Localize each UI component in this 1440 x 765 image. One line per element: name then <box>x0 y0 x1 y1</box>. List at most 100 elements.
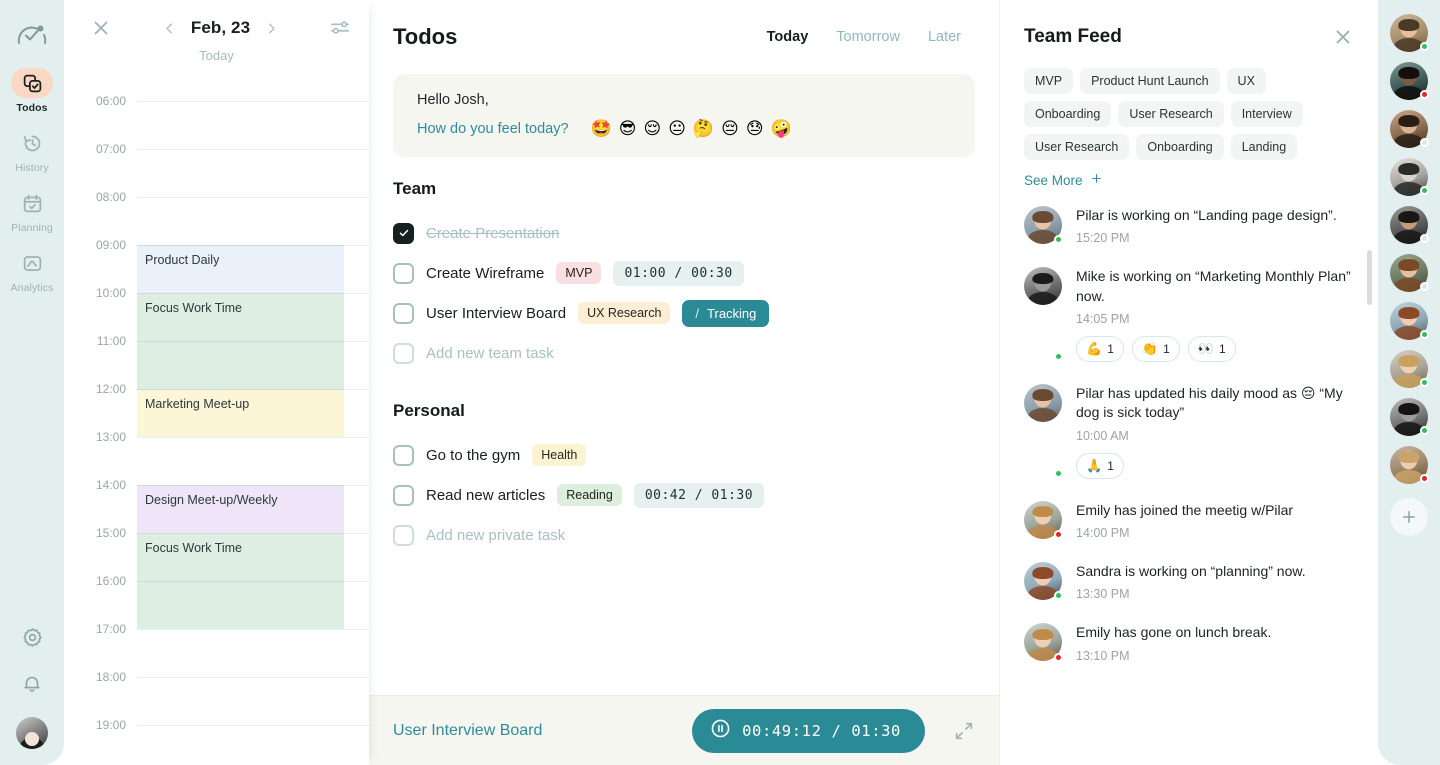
mood-option[interactable]: 😔 <box>721 120 739 137</box>
feed-item[interactable]: Mike is working on “Marketing Monthly Pl… <box>1024 267 1354 362</box>
task-tag[interactable]: UX Research <box>578 302 671 324</box>
avatar[interactable] <box>1024 206 1063 245</box>
avatar[interactable] <box>16 717 48 749</box>
mood-option[interactable]: 😐 <box>668 120 686 137</box>
feed-item[interactable]: Sandra is working on “planning” now. 13:3… <box>1024 561 1354 601</box>
person-avatar[interactable] <box>1390 158 1429 196</box>
feed-item-text: Sandra is working on “planning” now. <box>1076 562 1306 579</box>
task-tag[interactable]: Reading <box>557 484 622 506</box>
mood-option[interactable]: 🤔 <box>693 120 714 137</box>
timer-control[interactable]: 00:49:12 / 01:30 <box>692 708 925 753</box>
task-time[interactable]: 00:42 / 01:30 <box>633 482 765 508</box>
feed-item[interactable]: Pilar is working on “Landing page design… <box>1024 206 1354 245</box>
feed-tag[interactable]: Onboarding <box>1024 101 1112 127</box>
status-badge <box>1420 42 1429 51</box>
scrollbar[interactable] <box>1367 250 1372 305</box>
notifications-bell-icon[interactable] <box>21 672 43 699</box>
task-row[interactable]: Create Presentation <box>393 213 975 253</box>
see-more-button[interactable]: See More <box>1000 160 1378 188</box>
mood-option[interactable]: 🤪 <box>771 120 792 137</box>
mood-option[interactable]: 🤩 <box>591 120 612 137</box>
feed-tag[interactable]: MVP <box>1024 68 1074 94</box>
feed-item-time: 15:20 PM <box>1076 231 1130 246</box>
avatar[interactable] <box>1024 623 1063 662</box>
tab-later[interactable]: Later <box>928 29 961 45</box>
checkbox[interactable] <box>393 342 414 364</box>
reaction-button[interactable]: 💪 1 <box>1076 335 1124 362</box>
mood-picker[interactable]: 🤩 😎 😌 😐 🤔 😔 😓 🤪 <box>591 120 792 137</box>
tracking-badge[interactable]: / Tracking <box>682 299 770 327</box>
person-avatar[interactable] <box>1390 62 1429 100</box>
chevron-right-icon[interactable] <box>264 21 279 36</box>
sidebar-item-history[interactable]: History <box>0 128 64 174</box>
avatar-image <box>1024 383 1062 422</box>
checkbox[interactable] <box>393 444 414 466</box>
calendar-hour-label: 15:00 <box>95 526 126 540</box>
chevron-left-icon[interactable] <box>162 21 177 36</box>
task-time[interactable]: 01:00 / 00:30 <box>613 260 744 286</box>
reaction-button[interactable]: 👀 1 <box>1187 335 1236 362</box>
checkbox[interactable] <box>393 524 414 546</box>
feed-tag[interactable]: Product Hunt Launch <box>1080 68 1220 94</box>
feed-tag[interactable]: User Research <box>1118 101 1224 127</box>
avatar[interactable] <box>1024 383 1063 479</box>
feed-tag[interactable]: Onboarding <box>1136 134 1224 160</box>
sidebar-item-analytics[interactable]: Analytics <box>0 248 64 294</box>
pause-circle-icon[interactable] <box>710 718 731 744</box>
close-icon[interactable] <box>90 17 112 39</box>
expand-arrows-icon[interactable] <box>953 720 975 742</box>
person-avatar[interactable] <box>1390 14 1429 52</box>
greeting-hello: Hello Josh, <box>417 92 489 108</box>
calendar-grid[interactable]: 06:00 07:00 08:00 09:00 10:00 11:00 12:00 13:00… <box>64 83 369 743</box>
checkbox[interactable] <box>393 484 414 506</box>
timer-task-name[interactable]: User Interview Board <box>393 722 678 740</box>
reaction-button[interactable]: 👏 1 <box>1131 335 1180 362</box>
person-avatar[interactable] <box>1390 206 1429 244</box>
team-task-list: Create Presentation Create Wireframe MVP 01… <box>393 213 975 333</box>
task-row[interactable]: User Interview Board UX Research / Tracking <box>393 293 975 333</box>
checkbox[interactable] <box>393 262 414 284</box>
add-team-task[interactable]: Add new team task <box>393 333 975 373</box>
reaction-button[interactable]: 🙏 1 <box>1076 452 1124 479</box>
task-tag[interactable]: MVP <box>556 262 602 284</box>
sidebar-item-todos[interactable]: Todos <box>0 68 64 114</box>
task-row[interactable]: Go to the gym Health <box>393 435 975 475</box>
sidebar-item-planning[interactable]: Planning <box>0 188 64 234</box>
mood-option[interactable]: 😎 <box>619 120 637 137</box>
feed-item[interactable]: Pilar has updated his daily mood as 😔 “M… <box>1024 383 1354 479</box>
person-avatar[interactable] <box>1390 254 1429 292</box>
sliders-icon[interactable] <box>329 17 351 39</box>
person-avatar[interactable] <box>1390 302 1429 340</box>
avatar[interactable] <box>1024 267 1063 362</box>
person-avatar[interactable] <box>1390 398 1429 436</box>
feed-tag[interactable]: User Research <box>1024 134 1130 160</box>
feed-tag[interactable]: UX <box>1226 68 1266 94</box>
feed-tag[interactable]: Landing <box>1230 134 1298 160</box>
person-avatar[interactable] <box>1390 110 1429 148</box>
calendar-event[interactable]: Marketing Meet-up <box>137 389 344 437</box>
feed-item[interactable]: Emily has gone on lunch break. 13:10 PM <box>1024 623 1354 663</box>
avatar[interactable] <box>1024 561 1063 601</box>
mood-option[interactable]: 😓 <box>746 120 764 137</box>
feed-item[interactable]: Emily has joined the meetig w/Pilar 14:00… <box>1024 500 1354 540</box>
feed-tag[interactable]: Interview <box>1230 101 1303 127</box>
mood-option[interactable]: 😌 <box>643 120 661 137</box>
settings-icon[interactable] <box>21 626 44 654</box>
task-row[interactable]: Read new articles Reading 00:42 / 01:30 <box>393 475 975 515</box>
add-private-task[interactable]: Add new private task <box>393 515 975 555</box>
task-row[interactable]: Create Wireframe MVP 01:00 / 00:30 <box>393 253 975 293</box>
calendar-event[interactable]: Design Meet-up/Weekly <box>137 485 344 533</box>
checkbox[interactable] <box>393 302 414 324</box>
calendar-event[interactable]: Product Daily <box>137 245 344 293</box>
close-icon[interactable] <box>1332 26 1354 48</box>
tab-tomorrow[interactable]: Tomorrow <box>836 29 900 45</box>
tab-today[interactable]: Today <box>767 29 809 45</box>
person-avatar[interactable] <box>1390 350 1429 388</box>
status-badge <box>1420 474 1429 483</box>
checkbox[interactable] <box>393 222 414 244</box>
task-tag[interactable]: Health <box>532 444 587 466</box>
add-person-button[interactable] <box>1390 498 1428 536</box>
person-avatar[interactable] <box>1390 446 1429 484</box>
avatar[interactable] <box>1024 500 1063 540</box>
avatar-image <box>1024 267 1062 306</box>
